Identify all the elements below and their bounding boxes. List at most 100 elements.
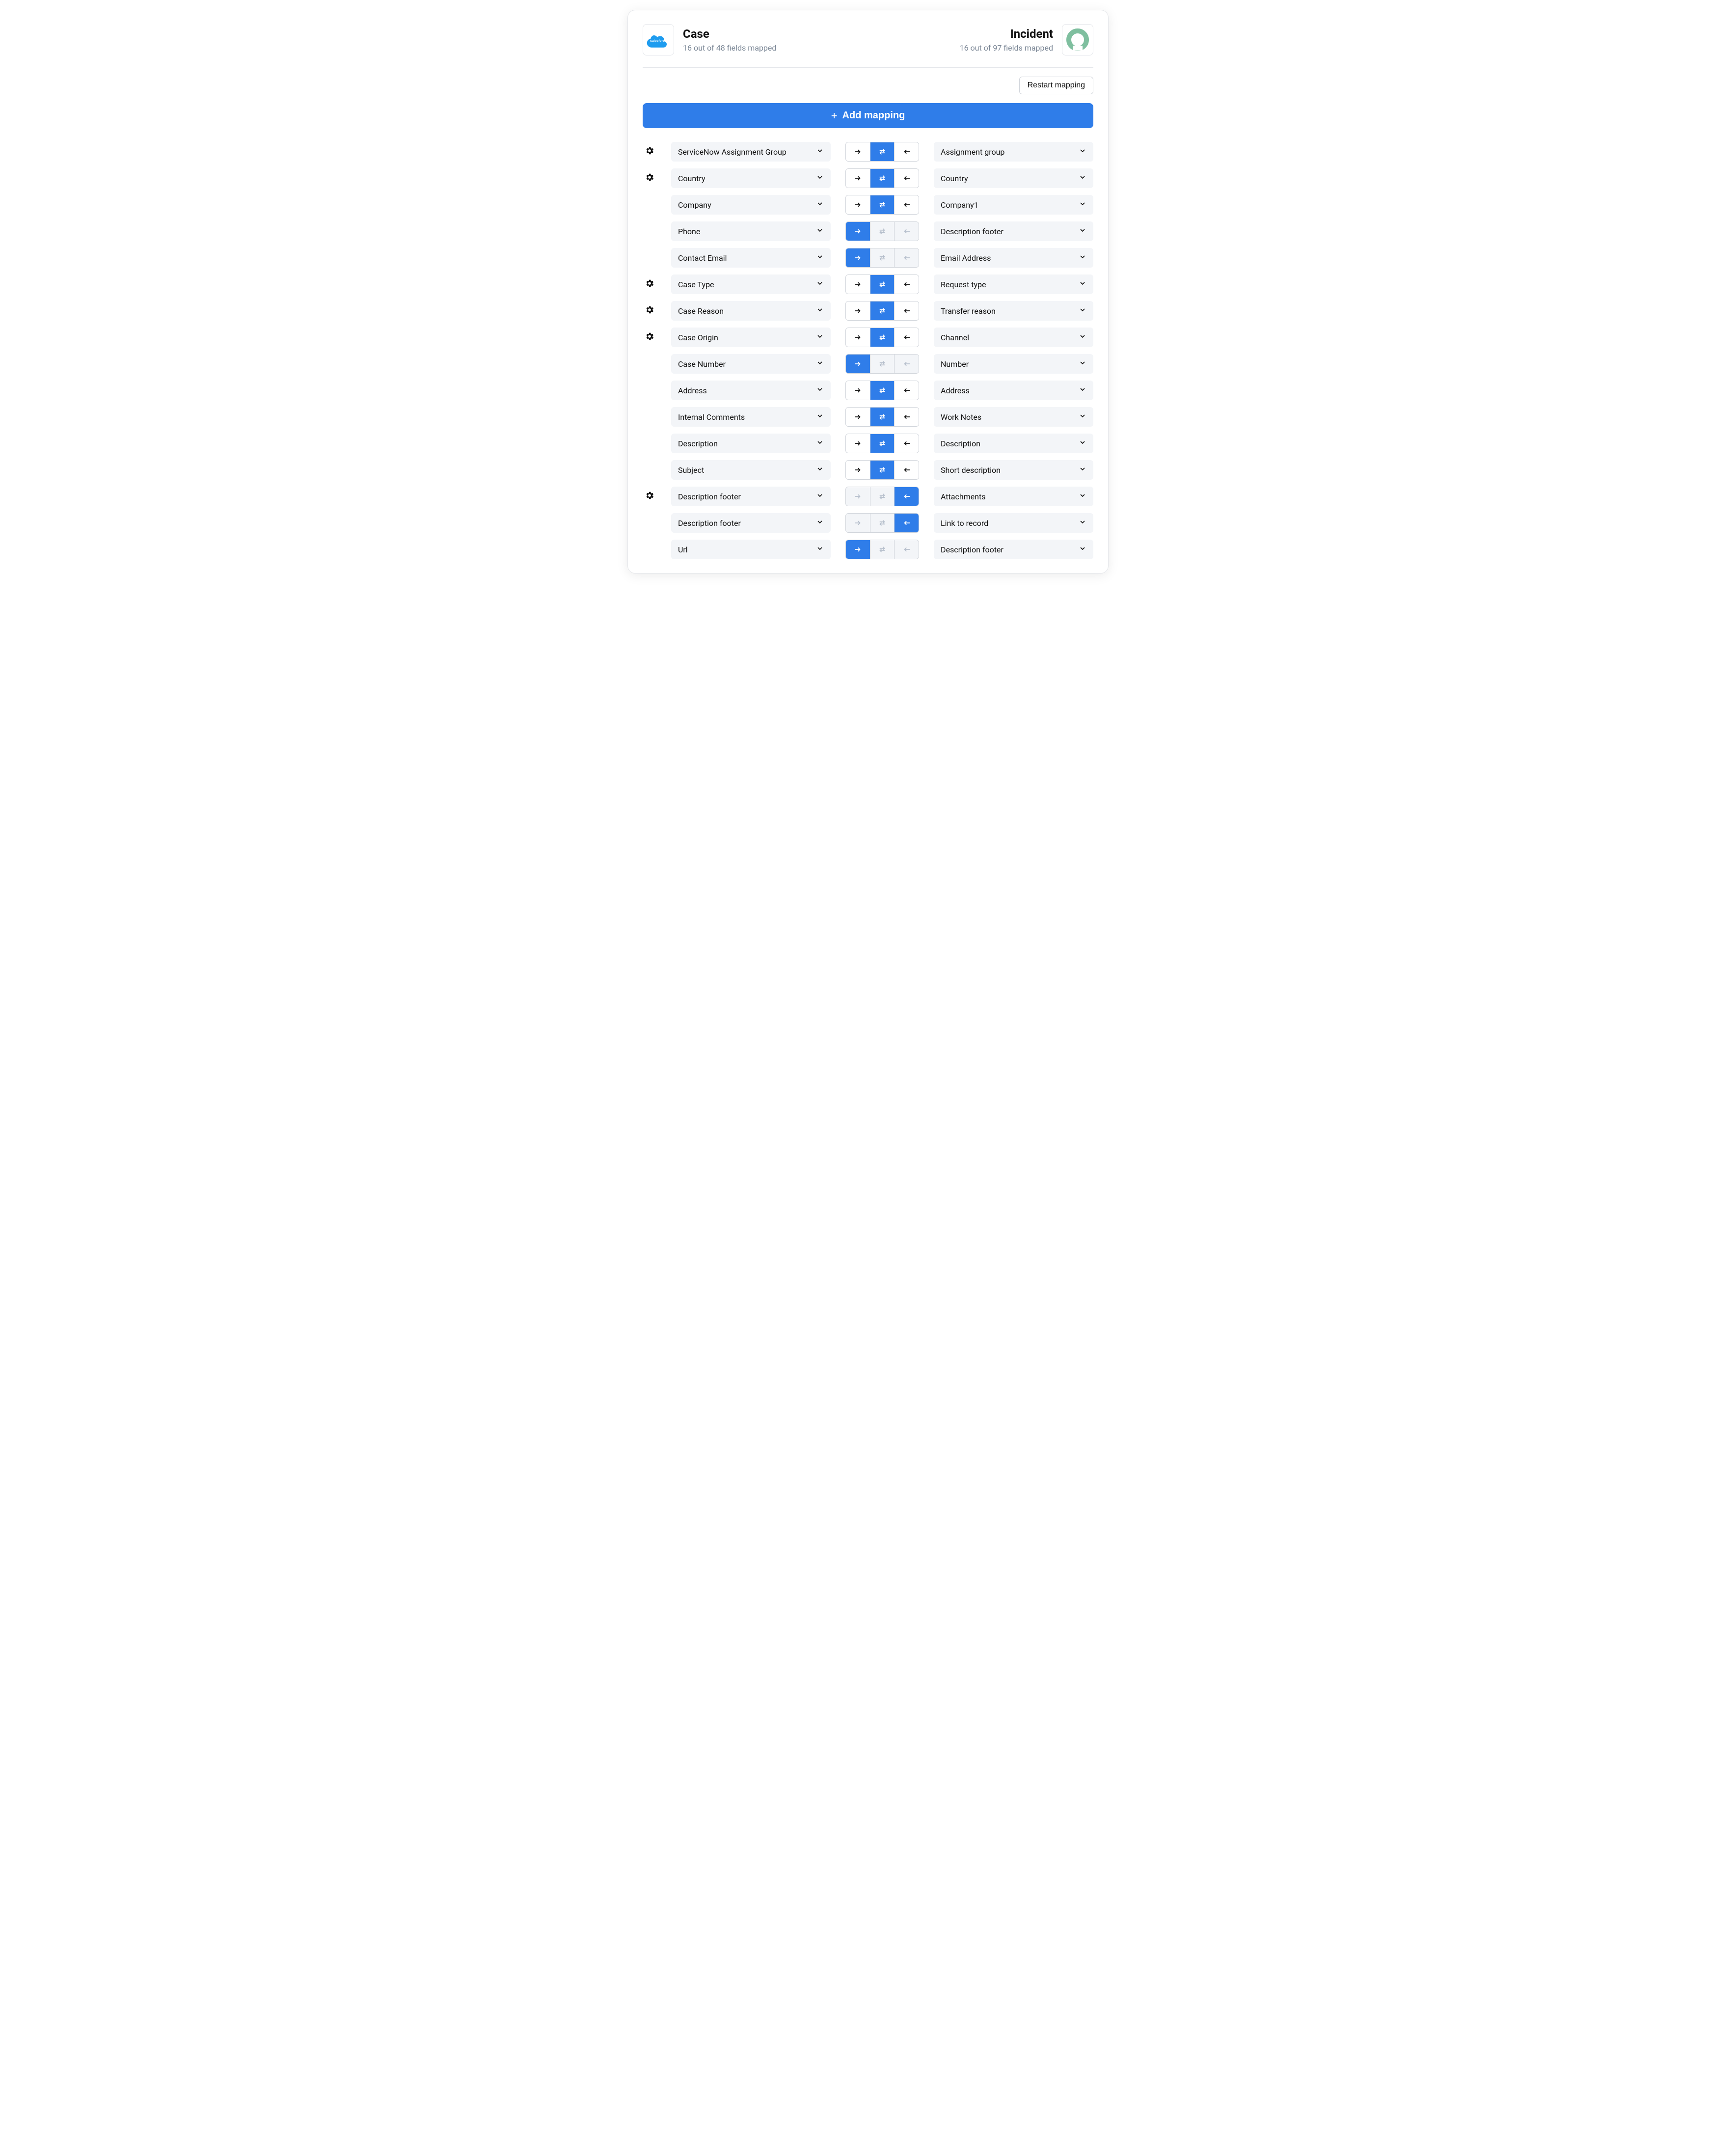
- direction-right-button[interactable]: [846, 195, 870, 214]
- right-field-select[interactable]: Email Address: [934, 248, 1093, 268]
- mapping-row: Description footer Link to record: [643, 513, 1093, 533]
- direction-right-button[interactable]: [846, 408, 870, 426]
- direction-left-button[interactable]: [894, 275, 919, 294]
- chevron-down-icon: [816, 438, 824, 448]
- left-field-select[interactable]: Url: [671, 540, 831, 559]
- direction-right-button[interactable]: [846, 222, 870, 241]
- direction-left-button: [894, 248, 919, 267]
- add-mapping-button[interactable]: + Add mapping: [643, 103, 1093, 128]
- left-field-select[interactable]: Internal Comments: [671, 407, 831, 427]
- left-field-select[interactable]: Address: [671, 381, 831, 400]
- direction-both-button[interactable]: [870, 381, 895, 400]
- right-field-select[interactable]: Number: [934, 354, 1093, 374]
- left-field-label: Internal Comments: [678, 412, 745, 422]
- right-object-title: Incident: [960, 27, 1053, 41]
- chevron-down-icon: [816, 306, 824, 316]
- right-field-select[interactable]: Company1: [934, 195, 1093, 215]
- direction-both-button[interactable]: [870, 195, 895, 214]
- direction-left-button: [894, 540, 919, 559]
- direction-group: [845, 274, 919, 294]
- direction-left-button[interactable]: [894, 408, 919, 426]
- left-titles: Case 16 out of 48 fields mapped: [683, 27, 776, 53]
- left-field-select[interactable]: Country: [671, 168, 831, 188]
- left-field-select[interactable]: Description footer: [671, 513, 831, 533]
- direction-right-button[interactable]: [846, 248, 870, 267]
- chevron-down-icon: [1079, 306, 1086, 316]
- direction-right-button[interactable]: [846, 434, 870, 453]
- direction-right-button[interactable]: [846, 540, 870, 559]
- direction-right-button[interactable]: [846, 169, 870, 188]
- left-field-select[interactable]: Phone: [671, 221, 831, 241]
- left-field-select[interactable]: ServiceNow Assignment Group: [671, 142, 831, 162]
- gear-icon[interactable]: [645, 331, 654, 343]
- left-field-select[interactable]: Description footer: [671, 487, 831, 506]
- direction-both-button[interactable]: [870, 142, 895, 161]
- direction-right-button[interactable]: [846, 328, 870, 347]
- direction-both-button[interactable]: [870, 275, 895, 294]
- right-field-label: Description footer: [941, 545, 1004, 554]
- right-field-select[interactable]: Link to record: [934, 513, 1093, 533]
- direction-left-button[interactable]: [894, 487, 919, 506]
- left-field-select[interactable]: Company: [671, 195, 831, 215]
- chevron-down-icon: [816, 200, 824, 210]
- direction-left-button[interactable]: [894, 301, 919, 320]
- left-field-select[interactable]: Case Reason: [671, 301, 831, 321]
- direction-group: [845, 540, 919, 559]
- direction-both-button[interactable]: [870, 169, 895, 188]
- direction-group: [845, 328, 919, 347]
- direction-left-button[interactable]: [894, 461, 919, 479]
- direction-right-button[interactable]: [846, 381, 870, 400]
- gear-icon[interactable]: [645, 172, 654, 184]
- right-field-select[interactable]: Description footer: [934, 540, 1093, 559]
- direction-left-button[interactable]: [894, 328, 919, 347]
- direction-right-button[interactable]: [846, 142, 870, 161]
- direction-right-button[interactable]: [846, 301, 870, 320]
- right-field-select[interactable]: Description footer: [934, 221, 1093, 241]
- chevron-down-icon: [816, 332, 824, 342]
- right-field-select[interactable]: Description: [934, 434, 1093, 453]
- restart-mapping-button[interactable]: Restart mapping: [1019, 77, 1093, 94]
- direction-both-button[interactable]: [870, 408, 895, 426]
- left-object-title: Case: [683, 27, 776, 41]
- gear-icon[interactable]: [645, 491, 654, 502]
- direction-both-button[interactable]: [870, 461, 895, 479]
- chevron-down-icon: [816, 359, 824, 369]
- right-field-select[interactable]: Short description: [934, 460, 1093, 480]
- direction-group: [845, 168, 919, 188]
- header-left: salesforce Case 16 out of 48 fields mapp…: [643, 24, 776, 55]
- right-field-select[interactable]: Transfer reason: [934, 301, 1093, 321]
- direction-group: [845, 301, 919, 321]
- direction-left-button[interactable]: [894, 142, 919, 161]
- right-field-select[interactable]: Address: [934, 381, 1093, 400]
- direction-both-button[interactable]: [870, 328, 895, 347]
- chevron-down-icon: [1079, 359, 1086, 369]
- right-field-select[interactable]: Work Notes: [934, 407, 1093, 427]
- direction-left-button[interactable]: [894, 434, 919, 453]
- right-field-select[interactable]: Country: [934, 168, 1093, 188]
- gear-icon[interactable]: [645, 305, 654, 317]
- chevron-down-icon: [816, 465, 824, 475]
- direction-right-button[interactable]: [846, 275, 870, 294]
- right-field-select[interactable]: Request type: [934, 274, 1093, 294]
- right-field-select[interactable]: Assignment group: [934, 142, 1093, 162]
- direction-left-button[interactable]: [894, 169, 919, 188]
- left-field-select[interactable]: Subject: [671, 460, 831, 480]
- right-field-label: Number: [941, 359, 969, 369]
- right-field-select[interactable]: Channel: [934, 328, 1093, 347]
- left-field-select[interactable]: Contact Email: [671, 248, 831, 268]
- direction-both-button[interactable]: [870, 301, 895, 320]
- direction-left-button[interactable]: [894, 381, 919, 400]
- left-field-select[interactable]: Case Origin: [671, 328, 831, 347]
- direction-right-button[interactable]: [846, 461, 870, 479]
- direction-right-button[interactable]: [846, 355, 870, 373]
- gear-icon[interactable]: [645, 146, 654, 158]
- gear-icon[interactable]: [645, 278, 654, 290]
- direction-left-button[interactable]: [894, 514, 919, 532]
- direction-both-button[interactable]: [870, 434, 895, 453]
- left-field-select[interactable]: Description: [671, 434, 831, 453]
- right-field-select[interactable]: Attachments: [934, 487, 1093, 506]
- left-field-select[interactable]: Case Number: [671, 354, 831, 374]
- right-field-label: Request type: [941, 280, 986, 289]
- left-field-select[interactable]: Case Type: [671, 274, 831, 294]
- direction-left-button[interactable]: [894, 195, 919, 214]
